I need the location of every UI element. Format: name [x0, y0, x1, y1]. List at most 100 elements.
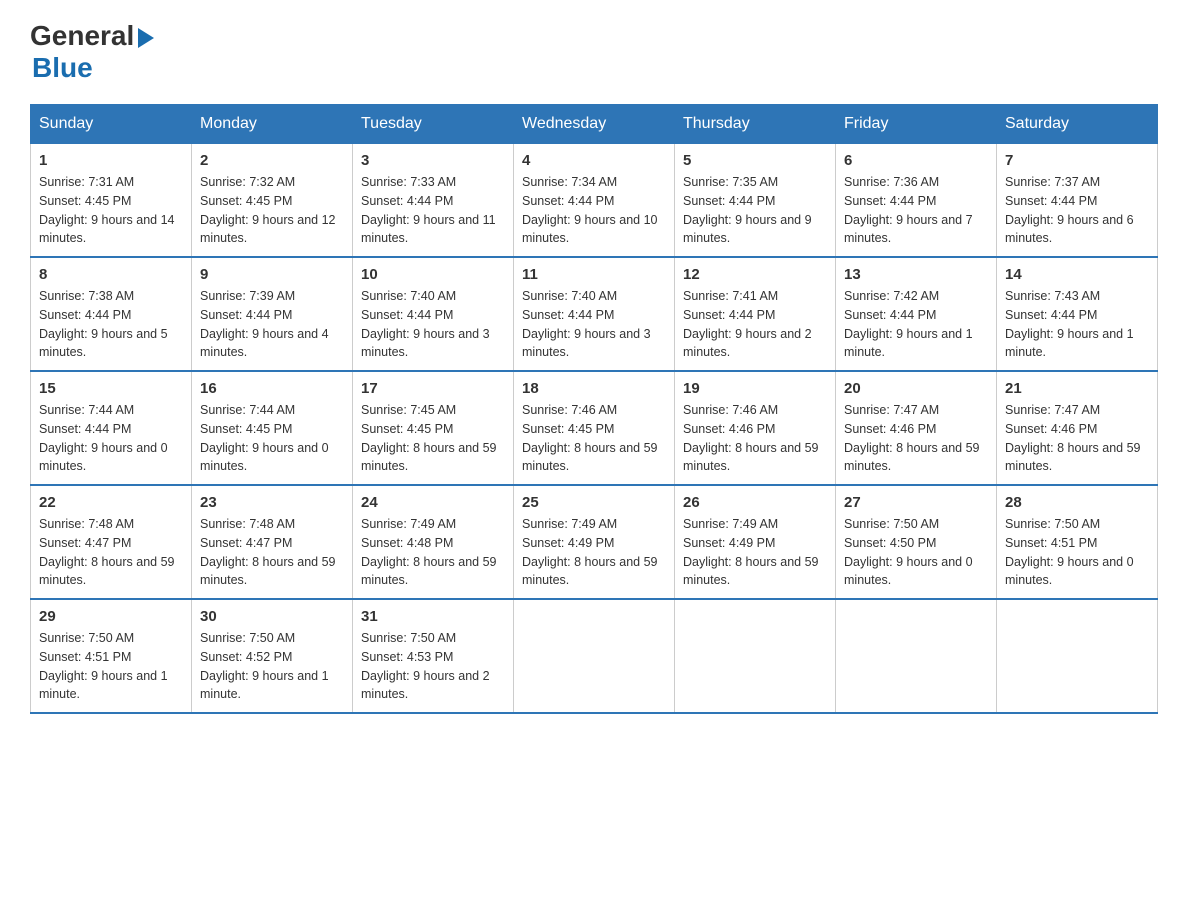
day-info: Sunrise: 7:50 AMSunset: 4:51 PMDaylight:…: [39, 629, 183, 704]
day-number: 24: [361, 494, 505, 511]
calendar-cell: 10 Sunrise: 7:40 AMSunset: 4:44 PMDayligh…: [353, 257, 514, 371]
calendar-cell: 1 Sunrise: 7:31 AMSunset: 4:45 PMDaylight…: [31, 144, 192, 258]
logo-general-text: General: [30, 20, 134, 52]
calendar-cell: 16 Sunrise: 7:44 AMSunset: 4:45 PMDayligh…: [192, 371, 353, 485]
calendar-cell: 21 Sunrise: 7:47 AMSunset: 4:46 PMDayligh…: [997, 371, 1158, 485]
calendar-cell: 3 Sunrise: 7:33 AMSunset: 4:44 PMDaylight…: [353, 144, 514, 258]
day-info: Sunrise: 7:31 AMSunset: 4:45 PMDaylight:…: [39, 173, 183, 248]
day-number: 11: [522, 266, 666, 283]
calendar-cell: 19 Sunrise: 7:46 AMSunset: 4:46 PMDayligh…: [675, 371, 836, 485]
day-number: 18: [522, 380, 666, 397]
calendar-cell: [836, 599, 997, 713]
logo-arrow-icon: [138, 28, 154, 48]
calendar-cell: 20Sunrise: 7:47 AMSunset: 4:46 PMDayligh…: [836, 371, 997, 485]
day-number: 15: [39, 380, 183, 397]
calendar-cell: 27Sunrise: 7:50 AMSunset: 4:50 PMDayligh…: [836, 485, 997, 599]
day-info: Sunrise: 7:34 AMSunset: 4:44 PMDaylight:…: [522, 173, 666, 248]
calendar-cell: 7 Sunrise: 7:37 AMSunset: 4:44 PMDaylight…: [997, 144, 1158, 258]
day-number: 8: [39, 266, 183, 283]
day-info: Sunrise: 7:33 AMSunset: 4:44 PMDaylight:…: [361, 173, 505, 248]
calendar-cell: 14 Sunrise: 7:43 AMSunset: 4:44 PMDayligh…: [997, 257, 1158, 371]
calendar-cell: 31Sunrise: 7:50 AMSunset: 4:53 PMDayligh…: [353, 599, 514, 713]
calendar-cell: 22Sunrise: 7:48 AMSunset: 4:47 PMDayligh…: [31, 485, 192, 599]
day-info: Sunrise: 7:46 AMSunset: 4:45 PMDaylight:…: [522, 401, 666, 476]
header-saturday: Saturday: [997, 105, 1158, 144]
day-number: 25: [522, 494, 666, 511]
calendar-cell: 28 Sunrise: 7:50 AMSunset: 4:51 PMDayligh…: [997, 485, 1158, 599]
day-number: 21: [1005, 380, 1149, 397]
header-monday: Monday: [192, 105, 353, 144]
day-info: Sunrise: 7:47 AMSunset: 4:46 PMDaylight:…: [844, 401, 988, 476]
day-info: Sunrise: 7:50 AMSunset: 4:50 PMDaylight:…: [844, 515, 988, 590]
day-info: Sunrise: 7:42 AMSunset: 4:44 PMDaylight:…: [844, 287, 988, 362]
calendar-week-row: 22Sunrise: 7:48 AMSunset: 4:47 PMDayligh…: [31, 485, 1158, 599]
calendar-cell: 29Sunrise: 7:50 AMSunset: 4:51 PMDayligh…: [31, 599, 192, 713]
day-number: 19: [683, 380, 827, 397]
calendar-week-row: 29Sunrise: 7:50 AMSunset: 4:51 PMDayligh…: [31, 599, 1158, 713]
day-info: Sunrise: 7:36 AMSunset: 4:44 PMDaylight:…: [844, 173, 988, 248]
calendar-cell: 23 Sunrise: 7:48 AMSunset: 4:47 PMDayligh…: [192, 485, 353, 599]
calendar-week-row: 8 Sunrise: 7:38 AMSunset: 4:44 PMDaylight…: [31, 257, 1158, 371]
day-number: 14: [1005, 266, 1149, 283]
calendar-cell: 30Sunrise: 7:50 AMSunset: 4:52 PMDayligh…: [192, 599, 353, 713]
calendar-cell: 11 Sunrise: 7:40 AMSunset: 4:44 PMDayligh…: [514, 257, 675, 371]
day-number: 28: [1005, 494, 1149, 511]
day-number: 2: [200, 152, 344, 169]
day-info: Sunrise: 7:41 AMSunset: 4:44 PMDaylight:…: [683, 287, 827, 362]
day-info: Sunrise: 7:44 AMSunset: 4:45 PMDaylight:…: [200, 401, 344, 476]
logo-blue-text: Blue: [30, 52, 93, 83]
day-number: 9: [200, 266, 344, 283]
calendar-cell: [675, 599, 836, 713]
calendar-week-row: 1 Sunrise: 7:31 AMSunset: 4:45 PMDaylight…: [31, 144, 1158, 258]
calendar-week-row: 15Sunrise: 7:44 AMSunset: 4:44 PMDayligh…: [31, 371, 1158, 485]
logo: General Blue: [30, 20, 154, 84]
day-info: Sunrise: 7:49 AMSunset: 4:49 PMDaylight:…: [683, 515, 827, 590]
day-info: Sunrise: 7:50 AMSunset: 4:51 PMDaylight:…: [1005, 515, 1149, 590]
calendar-cell: 17Sunrise: 7:45 AMSunset: 4:45 PMDayligh…: [353, 371, 514, 485]
day-number: 31: [361, 608, 505, 625]
calendar-cell: 25 Sunrise: 7:49 AMSunset: 4:49 PMDayligh…: [514, 485, 675, 599]
day-info: Sunrise: 7:32 AMSunset: 4:45 PMDaylight:…: [200, 173, 344, 248]
day-number: 7: [1005, 152, 1149, 169]
calendar-table: SundayMondayTuesdayWednesdayThursdayFrid…: [30, 104, 1158, 714]
calendar-cell: 26 Sunrise: 7:49 AMSunset: 4:49 PMDayligh…: [675, 485, 836, 599]
day-info: Sunrise: 7:48 AMSunset: 4:47 PMDaylight:…: [200, 515, 344, 590]
day-info: Sunrise: 7:40 AMSunset: 4:44 PMDaylight:…: [361, 287, 505, 362]
page-header: General Blue: [30, 20, 1158, 84]
calendar-cell: 9 Sunrise: 7:39 AMSunset: 4:44 PMDaylight…: [192, 257, 353, 371]
day-number: 17: [361, 380, 505, 397]
day-info: Sunrise: 7:38 AMSunset: 4:44 PMDaylight:…: [39, 287, 183, 362]
day-info: Sunrise: 7:47 AMSunset: 4:46 PMDaylight:…: [1005, 401, 1149, 476]
day-number: 6: [844, 152, 988, 169]
day-info: Sunrise: 7:39 AMSunset: 4:44 PMDaylight:…: [200, 287, 344, 362]
calendar-cell: 6 Sunrise: 7:36 AMSunset: 4:44 PMDaylight…: [836, 144, 997, 258]
calendar-cell: 24 Sunrise: 7:49 AMSunset: 4:48 PMDayligh…: [353, 485, 514, 599]
day-info: Sunrise: 7:46 AMSunset: 4:46 PMDaylight:…: [683, 401, 827, 476]
day-number: 3: [361, 152, 505, 169]
calendar-cell: 4Sunrise: 7:34 AMSunset: 4:44 PMDaylight…: [514, 144, 675, 258]
calendar-cell: [514, 599, 675, 713]
day-info: Sunrise: 7:37 AMSunset: 4:44 PMDaylight:…: [1005, 173, 1149, 248]
day-info: Sunrise: 7:48 AMSunset: 4:47 PMDaylight:…: [39, 515, 183, 590]
calendar-cell: 15Sunrise: 7:44 AMSunset: 4:44 PMDayligh…: [31, 371, 192, 485]
header-friday: Friday: [836, 105, 997, 144]
day-info: Sunrise: 7:49 AMSunset: 4:49 PMDaylight:…: [522, 515, 666, 590]
calendar-cell: 2 Sunrise: 7:32 AMSunset: 4:45 PMDaylight…: [192, 144, 353, 258]
header-thursday: Thursday: [675, 105, 836, 144]
calendar-cell: [997, 599, 1158, 713]
day-number: 12: [683, 266, 827, 283]
day-number: 1: [39, 152, 183, 169]
day-number: 10: [361, 266, 505, 283]
day-number: 30: [200, 608, 344, 625]
day-info: Sunrise: 7:35 AMSunset: 4:44 PMDaylight:…: [683, 173, 827, 248]
calendar-cell: 8 Sunrise: 7:38 AMSunset: 4:44 PMDaylight…: [31, 257, 192, 371]
day-number: 26: [683, 494, 827, 511]
day-number: 5: [683, 152, 827, 169]
calendar-header-row: SundayMondayTuesdayWednesdayThursdayFrid…: [31, 105, 1158, 144]
day-number: 13: [844, 266, 988, 283]
day-number: 16: [200, 380, 344, 397]
day-info: Sunrise: 7:49 AMSunset: 4:48 PMDaylight:…: [361, 515, 505, 590]
day-number: 23: [200, 494, 344, 511]
day-info: Sunrise: 7:40 AMSunset: 4:44 PMDaylight:…: [522, 287, 666, 362]
day-info: Sunrise: 7:43 AMSunset: 4:44 PMDaylight:…: [1005, 287, 1149, 362]
